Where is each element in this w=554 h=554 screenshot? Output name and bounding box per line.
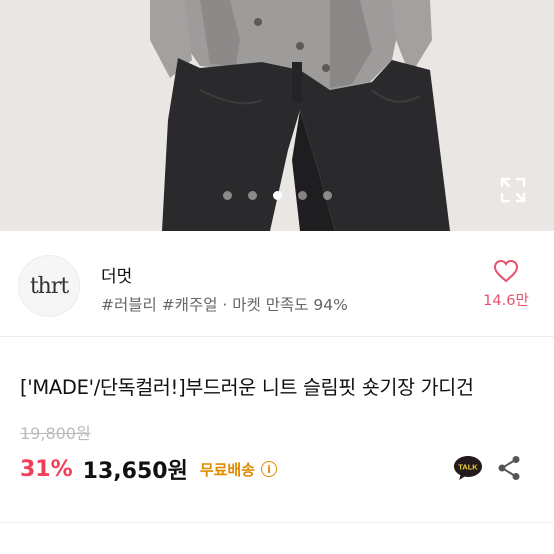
carousel-dot[interactable] xyxy=(222,191,232,200)
original-price: 19,800원 xyxy=(20,424,91,443)
product-title: ['MADE'/단독컬러!]부드러운 니트 슬림핏 숏기장 가디건 xyxy=(20,376,474,399)
shop-tags: #러블리 #캐주얼 · 마켓 만족도 94% xyxy=(101,296,348,314)
like-button[interactable]: 14.6만 xyxy=(474,259,538,310)
info-icon[interactable]: i xyxy=(261,461,278,477)
divider xyxy=(0,522,554,523)
heart-icon xyxy=(493,259,519,283)
carousel-dots[interactable] xyxy=(0,191,554,200)
carousel-dot[interactable] xyxy=(297,191,307,200)
share-icon[interactable] xyxy=(497,455,521,481)
product-image-gallery[interactable] xyxy=(0,0,554,231)
discount-rate: 31% xyxy=(20,456,73,482)
shop-logo[interactable]: thrt xyxy=(18,255,80,317)
talk-label: TALK xyxy=(458,463,478,472)
shop-section: thrt 더멋 #러블리 #캐주얼 · 마켓 만족도 94% 14.6만 xyxy=(0,231,554,337)
shop-name[interactable]: 더멋 xyxy=(101,262,132,287)
like-count: 14.6만 xyxy=(483,293,529,309)
carousel-dot-active[interactable] xyxy=(272,191,282,200)
talk-button[interactable]: TALK xyxy=(452,454,484,482)
carousel-dot[interactable] xyxy=(247,191,257,200)
carousel-dot[interactable] xyxy=(322,191,332,200)
sale-price: 13,650원 xyxy=(82,459,188,484)
price-row: 31% 13,650원 무료배송 i xyxy=(20,453,278,485)
free-shipping-label: 무료배송 xyxy=(199,460,256,479)
expand-icon[interactable] xyxy=(500,177,526,203)
